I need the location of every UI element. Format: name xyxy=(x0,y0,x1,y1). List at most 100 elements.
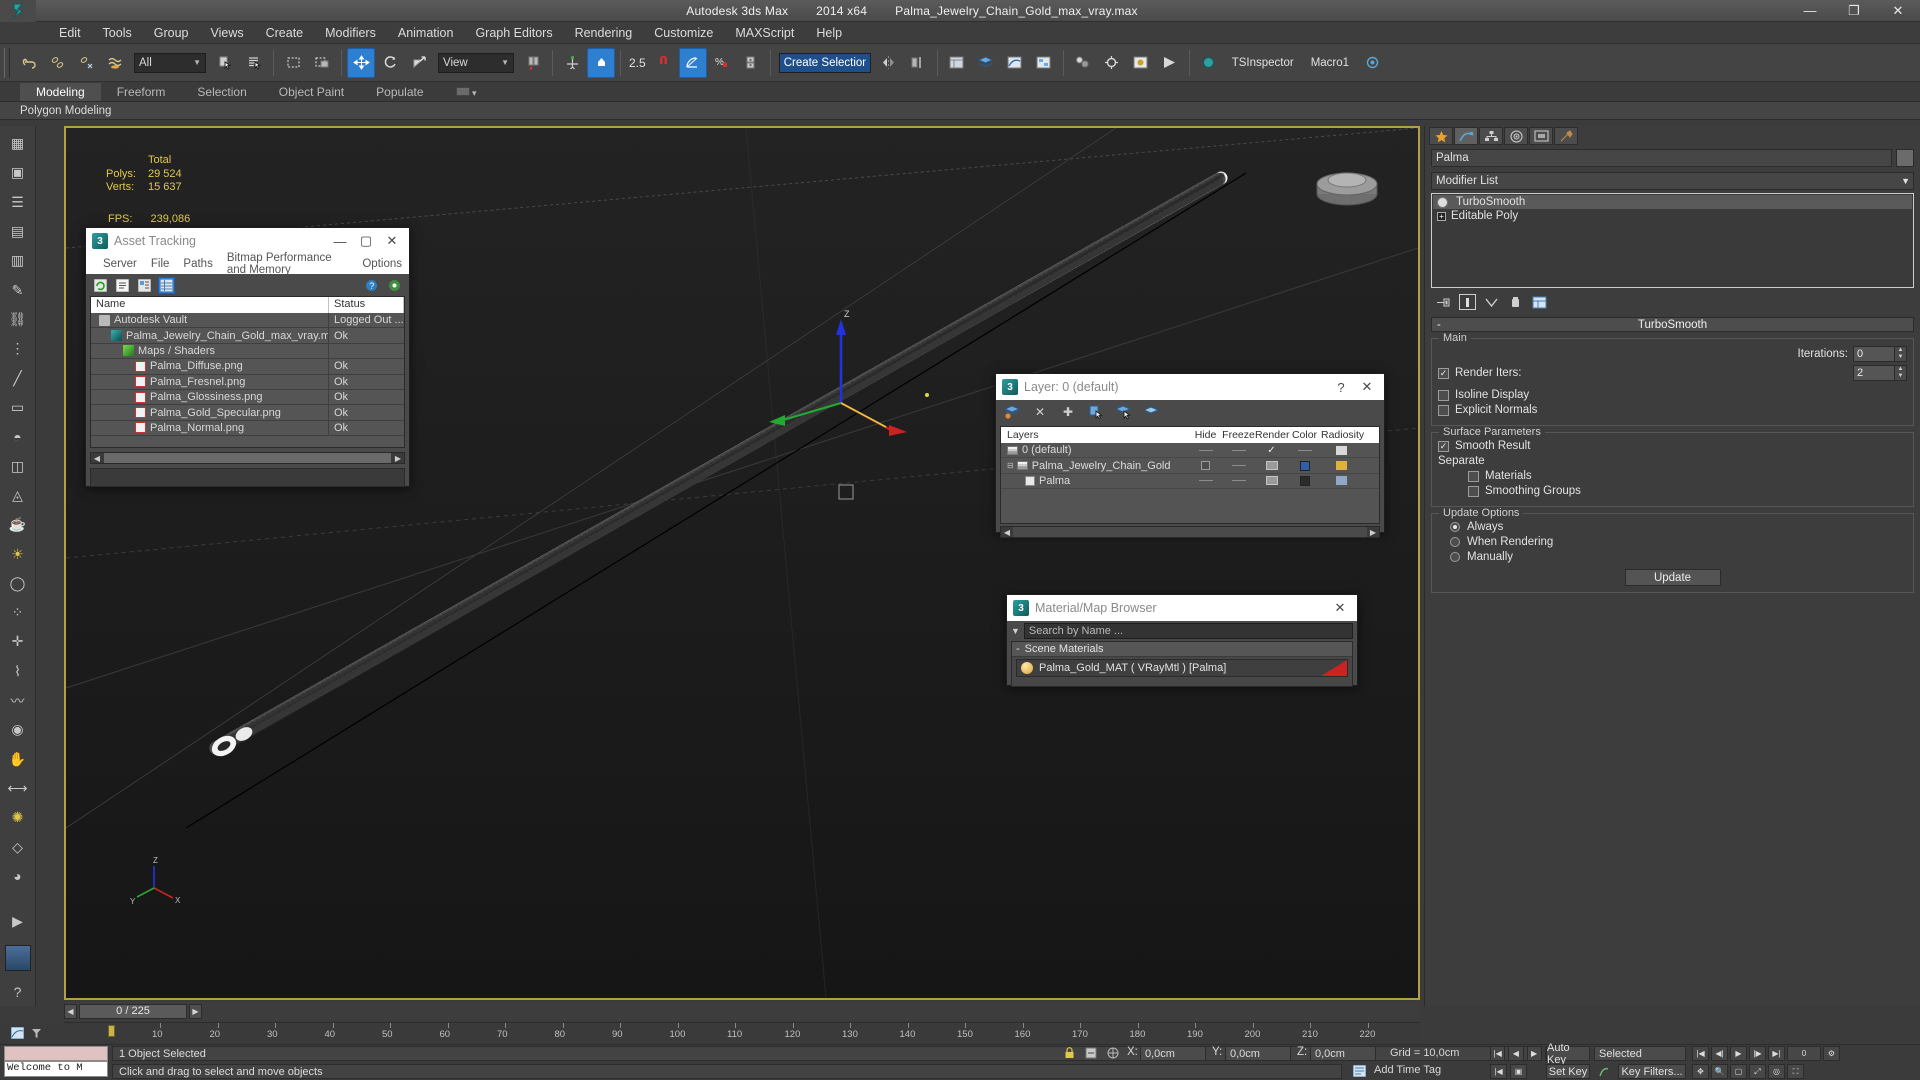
mini-listener-white-field[interactable]: Welcome to M xyxy=(4,1061,108,1077)
toolbar-grip[interactable] xyxy=(4,47,10,78)
menu-item-animation[interactable]: Animation xyxy=(387,24,465,42)
add-time-tag-label[interactable]: Add Time Tag xyxy=(1374,1064,1441,1076)
border-icon[interactable]: ▭ xyxy=(4,394,32,421)
grid-view-icon[interactable] xyxy=(158,276,175,294)
layer-freeze-cell[interactable] xyxy=(1222,449,1255,451)
remove-modifier-icon[interactable] xyxy=(1507,294,1524,310)
render-iters-spinner-arrows[interactable]: ▲ ▼ xyxy=(1895,365,1907,381)
layer-window[interactable]: 3 Layer: 0 (default) ? ✕ ✕ ✚ Layers Hide… xyxy=(995,373,1385,538)
update-manually-row[interactable]: Manually xyxy=(1438,551,1907,563)
layer-hide-cell[interactable] xyxy=(1189,449,1222,451)
material-map-browser-window[interactable]: 3 Material/Map Browser ✕ ▼ Search by Nam… xyxy=(1006,594,1358,687)
settings-icon[interactable] xyxy=(386,277,403,294)
delete-layer-icon[interactable]: ✕ xyxy=(1032,404,1048,420)
menu-item-rendering[interactable]: Rendering xyxy=(564,24,644,42)
help-question-icon[interactable]: ? xyxy=(4,979,32,1006)
sphere-icon[interactable]: ◓ xyxy=(4,423,32,450)
tab-utilities[interactable] xyxy=(1554,127,1578,145)
cylinder-icon[interactable]: ◫ xyxy=(4,452,32,479)
select-and-scale-icon[interactable] xyxy=(405,48,433,78)
tape-icon[interactable]: ⟷ xyxy=(4,775,32,802)
layer-render-cell[interactable] xyxy=(1255,476,1288,486)
layer-grid[interactable]: Layers Hide Freeze Render Color Radiosit… xyxy=(1000,426,1380,524)
time-slider-thumb[interactable]: 0 / 225 xyxy=(79,1003,187,1019)
iterations-spinner[interactable]: 0 ▲ ▼ xyxy=(1853,346,1907,362)
iterations-spinner-arrows[interactable]: ▲ ▼ xyxy=(1895,346,1907,362)
ribbon-subtab-label[interactable]: Polygon Modeling xyxy=(20,105,111,117)
scene-materials-group[interactable]: - Scene Materials xyxy=(1012,642,1352,657)
layer-help-button[interactable]: ? xyxy=(1328,375,1354,399)
mirror-icon[interactable] xyxy=(875,48,903,78)
pan-view-icon[interactable]: ✥ xyxy=(1692,1064,1709,1079)
mini-listener-pink-field[interactable] xyxy=(4,1046,108,1061)
explicit-normals-row[interactable]: Explicit Normals xyxy=(1438,404,1907,416)
toggle-scene-explorer-icon[interactable] xyxy=(943,48,971,78)
update-always-radio[interactable] xyxy=(1450,522,1460,532)
update-button[interactable]: Update xyxy=(1624,569,1721,586)
layer-row[interactable]: 0 (default) ✓ xyxy=(1001,443,1379,459)
absolute-relative-toggle-icon[interactable] xyxy=(1082,1044,1100,1062)
selection-filter-dropdown[interactable]: All ▼ xyxy=(134,52,206,73)
trackbar-filter-icon[interactable] xyxy=(29,1026,44,1041)
modifier-list-dropdown[interactable]: Modifier List ▼ xyxy=(1431,172,1914,190)
zoom-extents-icon[interactable]: ⤢ xyxy=(1749,1064,1766,1079)
space-warp-icon[interactable]: 〰 xyxy=(4,687,32,714)
object-name-field[interactable]: Palma xyxy=(1431,149,1892,167)
at-menu-file[interactable]: File xyxy=(144,256,177,272)
pin-stack-icon[interactable] xyxy=(1435,294,1452,310)
circle-icon[interactable]: ◯ xyxy=(4,570,32,597)
minimize-button[interactable]: — xyxy=(1788,0,1832,22)
col-radiosity[interactable]: Radiosity xyxy=(1321,429,1364,441)
menu-item-tools[interactable]: Tools xyxy=(92,24,143,42)
layer-hscrollbar[interactable]: ◀ ▶ xyxy=(1000,526,1380,538)
key-filters-toggle-icon[interactable] xyxy=(1594,1064,1614,1079)
table-row[interactable]: Palma_Diffuse.png Ok xyxy=(91,359,404,375)
prev-key-icon[interactable]: |◀ xyxy=(1490,1046,1506,1061)
modifier-stack[interactable]: TurboSmooth + Editable Poly xyxy=(1431,193,1914,288)
undo-icon[interactable] xyxy=(14,48,42,78)
reference-coordinate-system-dropdown[interactable]: View ▼ xyxy=(438,52,514,73)
select-and-link-icon[interactable] xyxy=(43,48,71,78)
zoom-icon[interactable]: 🔍 xyxy=(1711,1064,1728,1079)
layer-render-cell[interactable]: ✓ xyxy=(1255,445,1288,456)
trackbar-playhead[interactable] xyxy=(108,1025,115,1037)
table-row[interactable]: Palma_Normal.png Ok xyxy=(91,420,404,437)
col-name[interactable]: Name xyxy=(91,297,329,313)
named-selection-set-field[interactable]: Create Selection Set xyxy=(778,52,871,73)
menu-item-help[interactable]: Help xyxy=(805,24,853,42)
select-and-place-icon[interactable] xyxy=(587,47,615,78)
at-menu-paths[interactable]: Paths xyxy=(176,256,219,272)
link-icon[interactable]: ⛓ xyxy=(4,306,32,333)
layer-radiosity-cell[interactable] xyxy=(1321,444,1361,456)
teapot-icon[interactable]: ☕ xyxy=(4,511,32,538)
x-coord-field[interactable]: 0,0cm xyxy=(1140,1046,1206,1061)
isoline-display-checkbox[interactable] xyxy=(1438,389,1449,401)
maxscript-mini-listener[interactable]: Welcome to M xyxy=(4,1046,108,1078)
table-row[interactable]: Maps / Shaders xyxy=(91,343,404,360)
render-production-icon[interactable] xyxy=(1156,48,1184,78)
material-preview-icon[interactable] xyxy=(4,945,31,971)
asset-tracking-window[interactable]: 3 Asset Tracking — ▢ ✕ Server File Paths Bi… xyxy=(85,227,410,487)
scroll-left-icon[interactable]: ◀ xyxy=(91,454,103,463)
layer-row[interactable]: Palma xyxy=(1001,474,1379,490)
z-coord-field[interactable]: 0,0cm xyxy=(1310,1046,1376,1061)
window-crossing-toggle-icon[interactable] xyxy=(308,48,336,78)
scroll-thumb[interactable] xyxy=(104,453,391,463)
select-by-name-icon[interactable] xyxy=(240,48,268,78)
ribbon-tab-object-paint[interactable]: Object Paint xyxy=(263,83,360,101)
angle-snap-toggle-icon[interactable] xyxy=(678,47,707,78)
expand-plus-icon[interactable]: + xyxy=(1437,211,1446,221)
align-icon[interactable] xyxy=(904,48,932,78)
render-iters-value[interactable]: 2 xyxy=(1853,365,1895,381)
layer-scroll-left-icon[interactable]: ◀ xyxy=(1001,528,1013,537)
select-and-move-icon[interactable] xyxy=(347,47,375,78)
hide-checkbox[interactable] xyxy=(1201,461,1210,471)
maximize-viewport-toggle-icon[interactable]: ⛶ xyxy=(1787,1064,1804,1079)
current-frame-box[interactable]: 0 xyxy=(1787,1046,1821,1061)
tab-create[interactable] xyxy=(1429,127,1453,145)
macro-recorder-icon[interactable] xyxy=(1358,48,1386,78)
asset-tracking-close[interactable]: ✕ xyxy=(379,229,405,253)
ribbon-tab-populate[interactable]: Populate xyxy=(360,83,439,101)
asset-tracking-maximize[interactable]: ▢ xyxy=(353,229,379,253)
play-animation-icon[interactable]: ▶ xyxy=(1526,1046,1542,1061)
